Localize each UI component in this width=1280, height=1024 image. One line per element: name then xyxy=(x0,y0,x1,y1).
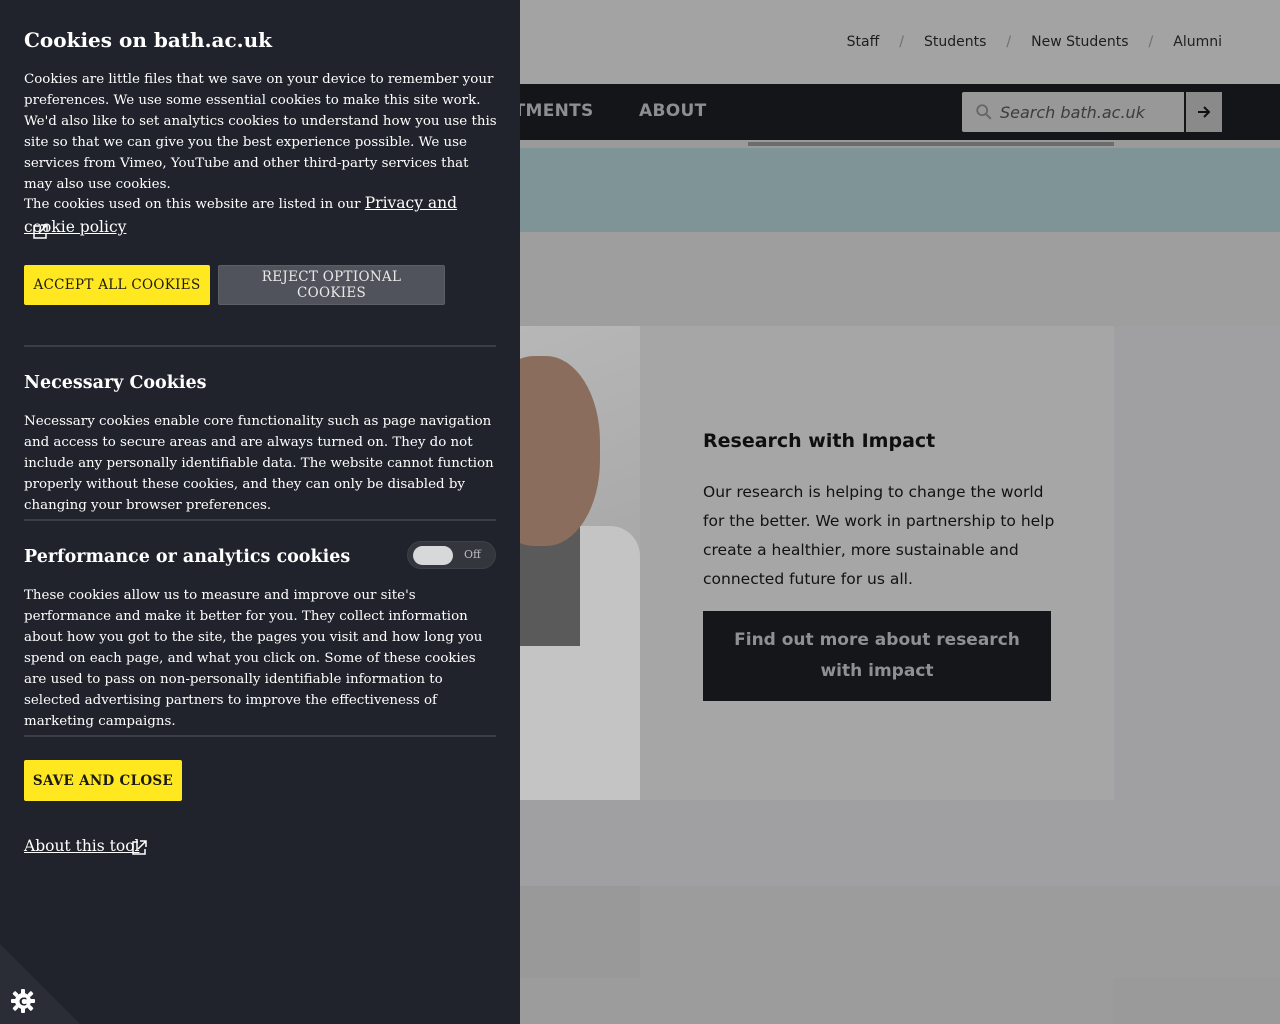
save-and-close-button[interactable]: SAVE AND CLOSE xyxy=(24,760,182,801)
section-background xyxy=(520,232,1280,326)
section-background xyxy=(1114,326,1280,800)
utility-link-new-students[interactable]: New Students xyxy=(1031,34,1128,50)
divider xyxy=(24,735,496,737)
nav-item-about[interactable]: ABOUT xyxy=(639,101,706,121)
cookie-settings-icon[interactable]: C xyxy=(10,988,36,1014)
search-input[interactable] xyxy=(1000,100,1180,124)
external-link-icon[interactable] xyxy=(131,840,147,856)
utility-link-students[interactable]: Students xyxy=(924,34,986,50)
cookie-policy-text: The cookies used on this website are lis… xyxy=(24,192,500,240)
svg-text:C: C xyxy=(19,996,27,1009)
search-icon xyxy=(976,104,992,120)
necessary-cookies-text: Necessary cookies enable core functional… xyxy=(24,414,494,513)
cookie-panel-title: Cookies on bath.ac.uk xyxy=(24,28,273,52)
search-submit-button[interactable] xyxy=(1186,92,1222,132)
analytics-cookies-toggle[interactable]: Off xyxy=(407,541,496,569)
feature-text: Our research is helping to change the wo… xyxy=(703,483,1055,588)
utility-nav: Staff / Students / New Students / Alumni xyxy=(847,34,1222,50)
utility-link-alumni[interactable]: Alumni xyxy=(1173,34,1222,50)
about-this-tool-link[interactable]: About this tool xyxy=(24,837,140,855)
toggle-knob xyxy=(413,546,453,565)
utility-separator: / xyxy=(1006,34,1012,50)
reject-optional-cookies-button[interactable]: REJECT OPTIONAL COOKIES xyxy=(218,265,445,305)
cookie-consent-panel: Cookies on bath.ac.uk Cookies are little… xyxy=(0,0,520,1024)
nav-active-indicator xyxy=(748,142,1114,146)
section-background xyxy=(520,886,640,978)
performance-cookies-text: These cookies allow us to measure and im… xyxy=(24,588,483,729)
divider xyxy=(24,519,496,521)
necessary-cookies-title: Necessary Cookies xyxy=(24,373,207,393)
performance-cookies-title: Performance or analytics cookies xyxy=(24,547,351,567)
research-impact-button[interactable]: Find out more about research with impact xyxy=(703,611,1051,701)
hero-band xyxy=(520,148,1280,232)
utility-separator: / xyxy=(1148,34,1154,50)
accept-all-cookies-button[interactable]: ACCEPT ALL COOKIES xyxy=(24,265,210,305)
divider xyxy=(24,345,496,347)
external-link-icon[interactable] xyxy=(32,224,48,240)
feature-title: Research with Impact xyxy=(703,430,936,452)
cookie-intro-text: Cookies are little files that we save on… xyxy=(24,72,497,192)
policy-prefix: The cookies used on this website are lis… xyxy=(24,197,365,212)
utility-separator: / xyxy=(899,34,904,50)
arrow-right-icon xyxy=(1198,106,1211,118)
utility-link-staff[interactable]: Staff xyxy=(847,34,880,50)
section-background xyxy=(640,886,1280,978)
researcher-photo xyxy=(520,326,640,800)
section-background xyxy=(520,978,1114,1024)
toggle-state-label: Off xyxy=(464,548,481,561)
section-background xyxy=(520,800,1280,886)
